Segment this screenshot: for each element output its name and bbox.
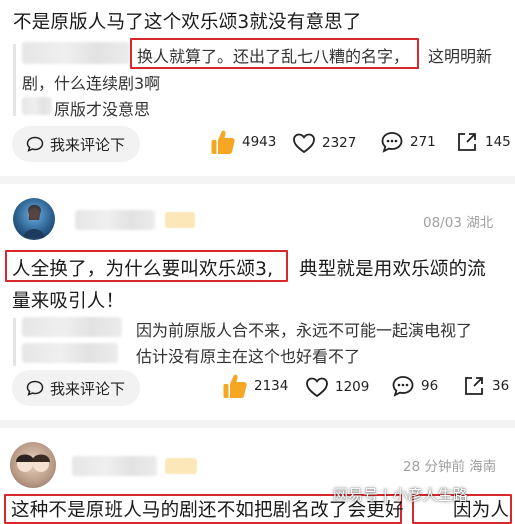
divider: [0, 176, 515, 184]
share-icon: [458, 133, 476, 151]
avatar[interactable]: [13, 198, 55, 240]
avatar-faces-icon: [16, 454, 50, 472]
share-icon: [465, 377, 483, 395]
like-count: 2134: [254, 378, 289, 394]
like-button[interactable]: 2134: [222, 372, 288, 400]
watermark: 网易号 | 小彦人生路: [333, 486, 468, 504]
reply-button[interactable]: 1209: [305, 376, 369, 398]
comment-button[interactable]: 我来评论下: [12, 370, 140, 406]
like-count: 4943: [242, 134, 277, 150]
thumbs-up-icon: [223, 374, 247, 398]
share-count: 145: [485, 134, 511, 150]
comment-text: 量来吸引人！: [12, 291, 125, 312]
blurred-username: [75, 210, 155, 230]
reply-text: 原版才没意思: [54, 100, 151, 119]
comment-meta: 28 分钟前 海南: [403, 459, 497, 475]
comment-count-button[interactable]: 271: [380, 131, 436, 153]
share-button[interactable]: 36: [462, 374, 509, 398]
chat-count: 271: [410, 134, 436, 150]
comment-button-label: 我来评论下: [50, 135, 126, 154]
blurred-username: [22, 317, 122, 337]
thumbs-up-icon: [211, 130, 235, 154]
divider: [0, 420, 515, 428]
reply-text: 换人就算了。还出了乱七八糟的名字，: [137, 47, 410, 66]
share-count: 36: [492, 378, 510, 394]
reply-bar: [13, 44, 16, 116]
badge: [165, 458, 197, 474]
heart-count: 1209: [335, 379, 370, 395]
comment-meta: 08/03 湖北: [423, 215, 494, 231]
reply-text: 剧，什么连续剧3啊: [22, 74, 161, 93]
heart-icon: [293, 133, 315, 154]
heart-count: 2327: [322, 135, 357, 151]
reply-text: 这明明新: [428, 47, 493, 66]
blurred-username: [22, 42, 130, 64]
reply-text: 因为前原版人合不来，永远不可能一起演电视了: [136, 321, 473, 340]
blurred-username: [72, 456, 157, 476]
blurred-username: [22, 343, 118, 363]
chat-bubble-icon: [381, 132, 403, 153]
like-button[interactable]: 4943: [210, 128, 276, 156]
avatar-figure-icon: [23, 204, 45, 238]
comment-text: 不是原版人马了这个欢乐颂3就没有意思了: [13, 12, 362, 33]
comment-bubble-icon: [26, 380, 44, 396]
blurred-username: [22, 97, 52, 115]
comment-button[interactable]: 我来评论下: [12, 126, 140, 162]
chat-count: 96: [421, 378, 439, 394]
reply-button[interactable]: 2327: [292, 132, 356, 154]
comment-text: 典型就是用欢乐颂的流: [299, 259, 487, 280]
comment-button-label: 我来评论下: [50, 379, 126, 398]
avatar[interactable]: [10, 442, 56, 488]
comment-count-button[interactable]: 96: [391, 375, 438, 397]
comment-bubble-icon: [26, 136, 44, 152]
heart-icon: [306, 377, 328, 398]
comment-text: 人全换了，为什么要叫欢乐颂3,: [12, 259, 274, 280]
badge: [165, 212, 195, 228]
reply-text: 估计没有原主在这个也好看不了: [136, 347, 361, 366]
reply-bar: [13, 318, 16, 366]
chat-bubble-icon: [392, 376, 414, 397]
share-button[interactable]: 145: [455, 130, 511, 154]
